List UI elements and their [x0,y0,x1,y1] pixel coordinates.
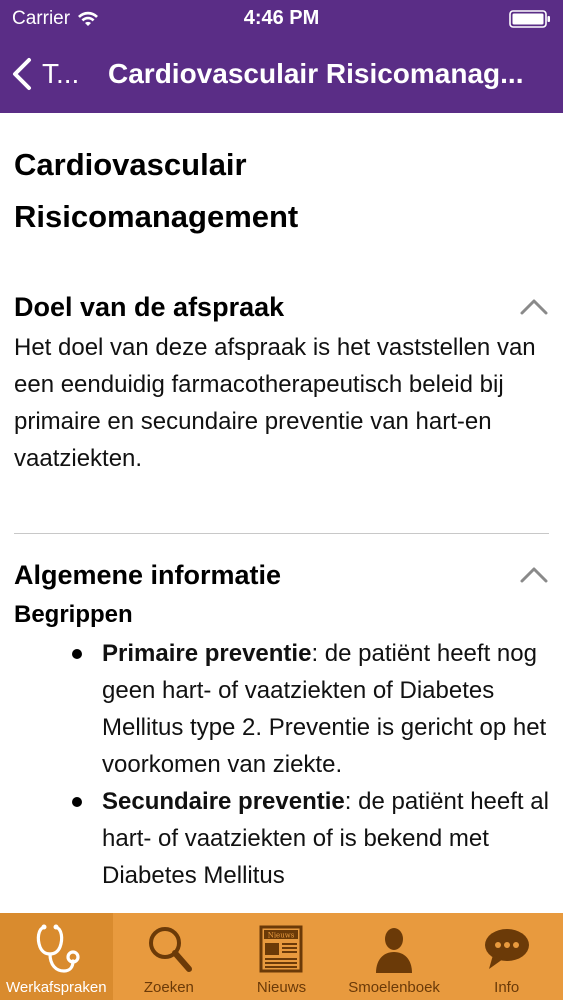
definition-term: Primaire preventie [102,640,312,667]
newspaper-icon-text: Nieuws [268,932,295,940]
tab-werkafspraken[interactable]: Werkafspraken [0,913,113,1000]
list-item: Primaire preventie: de patiënt heeft nog… [14,635,549,783]
search-icon [148,927,192,972]
status-time: 4:46 PM [243,7,320,29]
tab-info[interactable]: Info [450,913,563,1000]
back-button[interactable]: T... [10,54,79,94]
tab-bar: Werkafspraken Zoeken Nieuws Nieuws Smoel… [0,913,563,1000]
newspaper-icon: Nieuws [259,925,303,973]
tab-smoelenboek[interactable]: Smoelenboek [338,913,451,1000]
page-title: Cardiovasculair Risicomanagement [14,147,299,234]
section-divider [14,533,549,534]
person-icon [376,928,413,973]
section-body: Het doel van deze afspraak is het vastst… [14,334,536,472]
section-header-doel[interactable]: Doel van de afspraak [14,285,549,329]
section-title: Doel van de afspraak [14,291,285,322]
tab-label: Nieuws [256,979,307,996]
section-title: Algemene informatie [14,559,282,590]
nav-title: Cardiovasculair Risicomanag... [108,58,524,89]
back-button-label: T... [42,58,80,89]
chevron-up-icon[interactable] [519,563,549,585]
tab-label: Zoeken [143,979,194,996]
list-item: Secundaire preventie: de patiënt heeft a… [14,783,549,894]
section-doel: Doel van de afspraak Het doel van deze a… [14,285,549,477]
definitions-list: Primaire preventie: de patiënt heeft nog… [14,635,549,894]
stethoscope-icon [37,924,80,973]
definition-term: Secundaire preventie [102,788,345,815]
tab-nieuws[interactable]: Nieuws Nieuws [225,913,338,1000]
bullet-icon [72,797,82,807]
tab-label: Info [494,979,520,996]
bullet-icon [72,649,82,659]
chevron-left-icon [13,58,31,90]
section-algemene-informatie: Algemene informatie Begrippen Primaire p… [14,553,549,894]
content-scroll-area[interactable]: Cardiovasculair Risicomanagement Doel va… [0,113,563,913]
chat-bubble-icon [484,929,529,969]
battery-icon [509,10,550,28]
subheading-begrippen: Begrippen [14,601,133,628]
status-bar: Carrier 4:46 PM [0,0,563,38]
tab-label: Werkafspraken [5,979,107,996]
chevron-up-icon[interactable] [519,295,549,317]
top-bar: Carrier 4:46 PM T... Cardiovasculair Ris… [0,0,563,113]
tab-label: Smoelenboek [348,979,440,996]
navigation-bar: T... Cardiovasculair Risicomanag... [0,38,563,113]
section-header-algemene[interactable]: Algemene informatie [14,553,549,597]
tab-zoeken[interactable]: Zoeken [113,913,226,1000]
